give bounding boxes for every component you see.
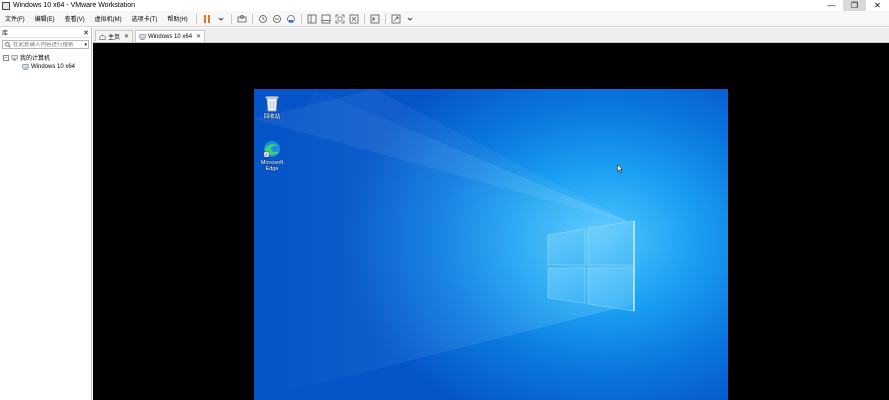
toolbar-separator [363,13,365,24]
search-icon [5,41,11,48]
title-bar: Windows 10 x64 - VMware Workstation — ❐ … [0,0,889,11]
dropdown-button[interactable] [215,13,227,25]
tree-item-label: 我的计算机 [20,56,51,62]
stretch-guest-button[interactable] [390,13,402,25]
menu-edit[interactable]: 编辑(E) [30,14,60,23]
menu-tabs[interactable]: 选项卡(T) [127,14,163,23]
windows-wallpaper [254,89,635,400]
clock-icon [258,14,267,23]
send-ctrl-alt-del-button[interactable] [236,13,248,25]
menu-toolbar: 文件(F) 编辑(E) 查看(V) 虚拟机(M) 选项卡(T) 帮助(H) [0,11,889,27]
tab-home[interactable]: 主页 ✕ [95,30,134,42]
tab-windows-10-x64[interactable]: Windows 10 x64 ✕ [135,30,206,42]
desktop-icon-microsoft-edge[interactable]: Microsoft Edge [257,139,287,172]
minimize-button[interactable]: — [820,0,843,11]
library-view-icon [307,14,317,23]
guest-desktop[interactable]: 回收站 Microsoft Edge [254,89,728,400]
snapshot-button[interactable] [257,13,269,25]
tab-label: Windows 10 x64 [148,33,193,40]
thumbnail-bar-button[interactable] [320,13,332,25]
menu-file[interactable]: 文件(F) [0,14,30,23]
tab-bar: 主页 ✕ Windows 10 x64 ✕ [93,28,889,43]
thumbnail-view-icon [321,14,331,23]
revert-snapshot-button[interactable] [271,13,283,25]
show-library-button[interactable] [306,13,318,25]
library-title: 库 [2,31,9,37]
vm-icon [22,63,29,70]
full-screen-icon [335,14,345,23]
tab-label: 主页 [108,35,121,41]
restore-button[interactable]: ❐ [843,0,866,11]
pause-button[interactable] [201,13,213,25]
console-view-button[interactable] [369,13,381,25]
toolbar-separator [384,13,386,24]
terminal-icon [370,14,380,23]
stretch-icon [391,14,401,23]
menu-help[interactable]: 帮助(H) [162,14,192,23]
tree-item-my-computer[interactable]: − 我的计算机 [0,53,91,62]
unity-icon [349,14,359,23]
revert-clock-icon [272,14,281,23]
toolbar-separator [251,13,253,24]
window-title: Windows 10 x64 - VMware Workstation [13,2,136,9]
home-icon [99,34,106,40]
toolbar-separator [230,13,232,24]
vm-console[interactable]: 回收站 Microsoft Edge [93,43,889,400]
menu-vm[interactable]: 虚拟机(M) [90,14,127,23]
desktop-icon-recycle-bin[interactable]: 回收站 [257,93,287,120]
vmware-app-icon [2,1,10,10]
collapse-toggle[interactable]: − [3,54,9,61]
chevron-down-icon [407,17,413,21]
edge-icon [263,141,280,158]
search-dropdown-icon[interactable]: ▾ [84,42,87,48]
tree-item-windows-10-x64[interactable]: Windows 10 x64 [0,62,91,71]
library-header: 库 ✕ [0,28,91,38]
computer-icon [11,54,18,60]
desktop-icon-label: 回收站 [263,114,281,120]
keyboard-icon [237,14,247,22]
mouse-pointer-icon [617,164,623,173]
stretch-dropdown-button[interactable] [404,13,416,25]
close-button[interactable]: ✕ [866,0,889,11]
toolbar-separator [300,13,302,24]
desktop-icon-label: Microsoft Edge [260,160,284,172]
library-panel: 库 ✕ ▾ − 我的计算机 Windows 10 x64 [0,28,92,400]
full-screen-button[interactable] [334,13,346,25]
tree-item-label: Windows 10 x64 [31,63,76,70]
snapshot-manager-icon [286,14,295,23]
menu-view[interactable]: 查看(V) [60,14,90,23]
library-close-button[interactable]: ✕ [83,29,89,37]
tab-close-icon[interactable]: ✕ [124,33,129,40]
window-controls: — ❐ ✕ [820,0,889,11]
vm-tree: − 我的计算机 Windows 10 x64 [0,51,91,71]
unity-button[interactable] [348,13,360,25]
toolbar-separator [195,13,197,24]
tab-close-icon[interactable]: ✕ [196,33,201,40]
chevron-down-icon [218,17,224,21]
snapshot-manager-button[interactable] [285,13,297,25]
recycle-bin-icon [265,96,279,112]
pause-icon [203,14,210,23]
vm-icon [139,33,146,40]
library-search-input[interactable] [13,41,83,48]
library-search-box[interactable]: ▾ [2,40,89,49]
